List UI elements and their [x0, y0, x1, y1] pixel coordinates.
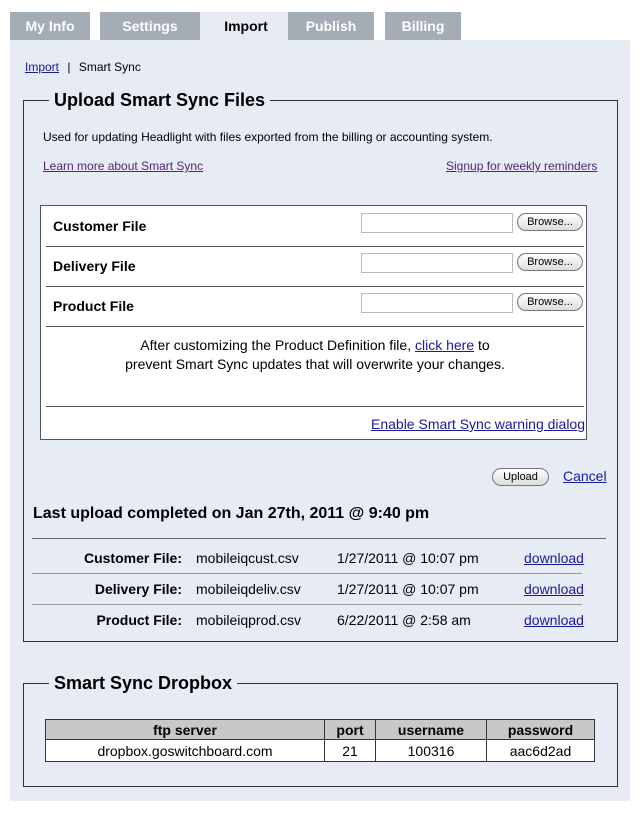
- upload-button[interactable]: Upload: [492, 468, 549, 486]
- history-row: Product File: mobileiqprod.csv 6/22/2011…: [32, 605, 584, 635]
- header-ftp-server: ftp server: [45, 719, 325, 740]
- download-link[interactable]: download: [524, 581, 584, 597]
- tab-my-info[interactable]: My Info: [10, 12, 90, 40]
- import-panel: Import | Smart Sync Upload Smart Sync Fi…: [10, 40, 630, 801]
- tab-settings[interactable]: Settings: [100, 12, 200, 40]
- note-text-line2: prevent Smart Sync updates that will ove…: [125, 356, 505, 372]
- customer-browse-button[interactable]: Browse...: [517, 213, 583, 231]
- product-browse-button[interactable]: Browse...: [517, 293, 583, 311]
- download-link[interactable]: download: [524, 550, 584, 566]
- product-definition-note: After customizing the Product Definition…: [46, 336, 584, 374]
- click-here-link[interactable]: click here: [415, 337, 474, 353]
- upload-description: Used for updating Headlight with files e…: [43, 130, 493, 144]
- dropbox-table-header: ftp server port username password: [45, 719, 595, 740]
- upload-section-title: Upload Smart Sync Files: [54, 90, 266, 110]
- history-date: 1/27/2011 @ 10:07 pm: [337, 581, 479, 597]
- note-text-after: to: [478, 337, 490, 353]
- port-value: 21: [324, 739, 376, 762]
- enable-warning-link[interactable]: Enable Smart Sync warning dialog: [371, 416, 585, 432]
- history-type: Product File:: [96, 612, 182, 628]
- history-file: mobileiqcust.csv: [196, 550, 299, 566]
- signup-reminders-link[interactable]: Signup for weekly reminders: [446, 159, 597, 173]
- header-username: username: [375, 719, 487, 740]
- history-date: 1/27/2011 @ 10:07 pm: [337, 550, 479, 566]
- product-file-label: Product File: [53, 298, 134, 314]
- tab-import[interactable]: Import: [200, 12, 292, 40]
- file-inputs-box: Customer File Browse... Delivery File Br…: [40, 205, 587, 440]
- ftp-server-value: dropbox.goswitchboard.com: [45, 739, 325, 762]
- customer-file-input[interactable]: [361, 213, 513, 233]
- dropbox-table: ftp server port username password dropbo…: [45, 719, 595, 762]
- history-divider: [32, 538, 606, 539]
- cancel-link[interactable]: Cancel: [563, 468, 607, 484]
- history-type: Customer File:: [83, 550, 182, 566]
- header-port: port: [324, 719, 376, 740]
- history-date: 6/22/2011 @ 2:58 am: [337, 612, 471, 628]
- history-row: Customer File: mobileiqcust.csv 1/27/201…: [32, 543, 584, 574]
- product-file-row: Product File Browse...: [46, 286, 584, 327]
- dropbox-section-title: Smart Sync Dropbox: [54, 673, 233, 693]
- delivery-file-input[interactable]: [361, 253, 513, 273]
- note-divider: [46, 406, 584, 407]
- delivery-file-row: Delivery File Browse...: [46, 246, 584, 287]
- breadcrumb: Import | Smart Sync: [25, 60, 141, 74]
- history-file: mobileiqdeliv.csv: [196, 581, 301, 597]
- header-password: password: [486, 719, 595, 740]
- history-row: Delivery File: mobileiqdeliv.csv 1/27/20…: [32, 574, 584, 605]
- product-file-input[interactable]: [361, 293, 513, 313]
- history-file: mobileiqprod.csv: [196, 612, 302, 628]
- history-type: Delivery File:: [94, 581, 182, 597]
- note-text-before: After customizing the Product Definition…: [140, 337, 412, 353]
- username-value: 100316: [375, 739, 487, 762]
- tab-billing[interactable]: Billing: [385, 12, 461, 40]
- password-value: aac6d2ad: [486, 739, 595, 762]
- tab-publish[interactable]: Publish: [288, 12, 374, 40]
- breadcrumb-current: Smart Sync: [78, 60, 141, 74]
- download-link[interactable]: download: [524, 612, 584, 628]
- breadcrumb-separator: |: [67, 60, 71, 74]
- learn-more-link[interactable]: Learn more about Smart Sync: [43, 159, 203, 173]
- customer-file-row: Customer File Browse...: [46, 206, 584, 247]
- delivery-browse-button[interactable]: Browse...: [517, 253, 583, 271]
- dropbox-table-row: dropbox.goswitchboard.com 21 100316 aac6…: [45, 739, 595, 762]
- last-upload-heading: Last upload completed on Jan 27th, 2011 …: [33, 505, 430, 522]
- delivery-file-label: Delivery File: [53, 258, 136, 274]
- breadcrumb-import-link[interactable]: Import: [25, 60, 59, 74]
- customer-file-label: Customer File: [53, 218, 147, 234]
